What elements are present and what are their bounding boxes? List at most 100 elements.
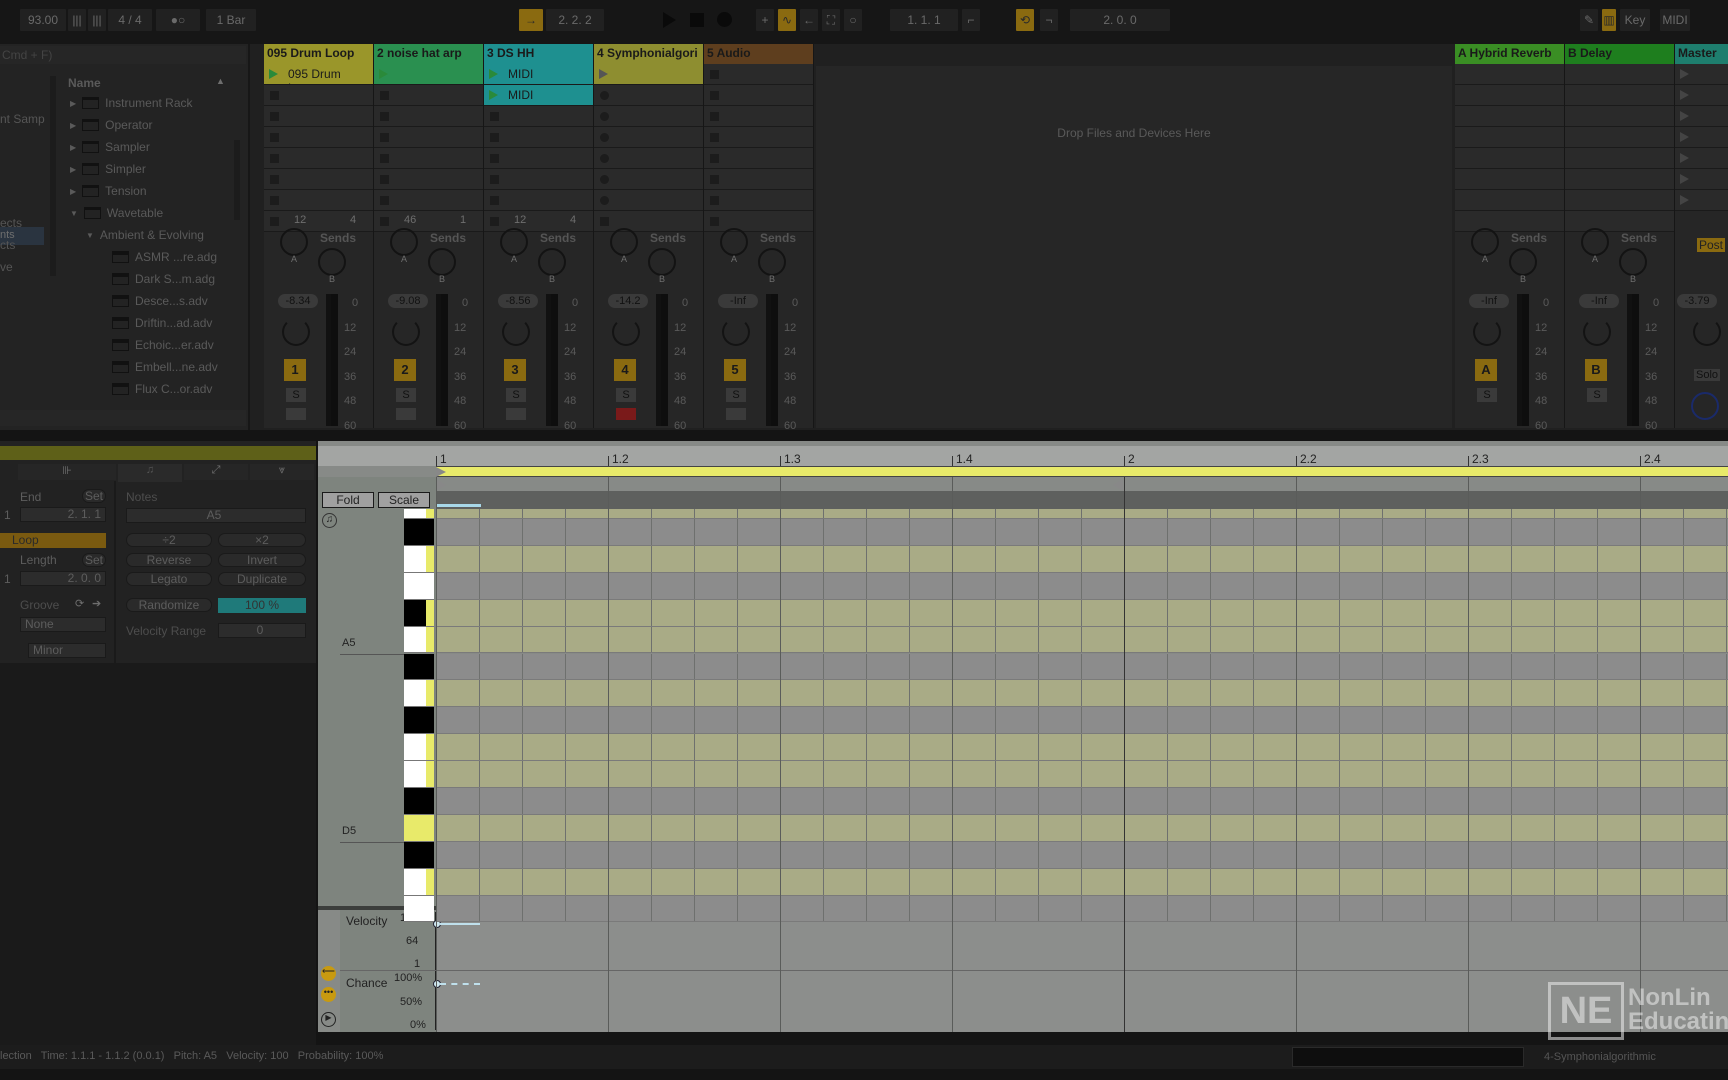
scene-slot[interactable]	[1675, 190, 1728, 211]
scale-button[interactable]: Scale	[378, 492, 430, 508]
beat-ruler[interactable]: 1 1.2 1.3 1.4 2 2.2 2.3 2.4	[318, 446, 1728, 466]
left-value-1[interactable]: 1	[4, 508, 11, 522]
arm-button[interactable]	[616, 408, 636, 420]
white-key[interactable]	[404, 895, 434, 923]
length-set-button[interactable]: Set	[82, 553, 106, 567]
clip-slot[interactable]	[704, 169, 813, 190]
scene-launch-icon[interactable]	[1680, 111, 1689, 121]
invert-button[interactable]: Invert	[218, 553, 306, 567]
clip-slot[interactable]	[264, 148, 373, 169]
record-icon[interactable]	[717, 12, 732, 27]
track-header[interactable]: 5 Audio	[704, 44, 813, 64]
white-key[interactable]	[404, 680, 434, 708]
clip-slot[interactable]	[704, 190, 813, 211]
browser-item[interactable]: Desce...s.adv	[112, 294, 208, 308]
record-slot-icon[interactable]	[600, 196, 609, 205]
loop-length-field[interactable]: 2. 0. 0	[1070, 9, 1170, 31]
send-a-knob[interactable]	[1471, 228, 1499, 256]
browser-item[interactable]: ▼ Wavetable	[70, 206, 163, 220]
midi-map-button[interactable]: MIDI	[1660, 9, 1690, 31]
white-key[interactable]	[404, 509, 434, 519]
track-activator-button[interactable]: 3	[504, 359, 526, 381]
master-solo-button[interactable]: Solo	[1694, 369, 1721, 381]
stop-clips-icon[interactable]	[710, 217, 719, 226]
browser-item[interactable]: ▶ Sampler	[70, 140, 150, 154]
stop-slot-icon[interactable]	[380, 196, 389, 205]
volume-field[interactable]: -14.2	[608, 294, 648, 308]
post-button[interactable]: Post	[1697, 238, 1726, 252]
browser-item[interactable]: Embell...ne.adv	[112, 360, 218, 374]
send-b-knob[interactable]	[1509, 248, 1537, 276]
clip-slot[interactable]	[594, 127, 703, 148]
record-slot-icon[interactable]	[600, 154, 609, 163]
loop-start-field[interactable]: 1. 1. 1	[890, 9, 958, 31]
disclosure-icon[interactable]: ▼	[86, 231, 94, 240]
play-lane-icon[interactable]: ▶	[321, 1012, 336, 1027]
scene-slot[interactable]	[1675, 85, 1728, 106]
track-activator-button[interactable]: B	[1585, 359, 1607, 381]
black-key[interactable]	[404, 653, 434, 681]
position-field[interactable]: 2. 2. 2	[546, 9, 604, 31]
volume-field[interactable]: -Inf	[1579, 294, 1619, 308]
clip-slot[interactable]	[484, 106, 593, 127]
stop-slot-icon[interactable]	[710, 91, 719, 100]
session-record-icon[interactable]: ○	[844, 9, 862, 31]
status-track-name[interactable]: 4-Symphonialgorithmic	[1544, 1051, 1656, 1063]
send-a-knob[interactable]	[610, 228, 638, 256]
browser-item[interactable]: ▶ Operator	[70, 118, 153, 132]
send-a-knob[interactable]	[390, 228, 418, 256]
clip-slot[interactable]	[704, 64, 813, 85]
clip-slot[interactable]	[374, 148, 483, 169]
disclosure-icon[interactable]: ▶	[70, 99, 76, 108]
send-b-knob[interactable]	[538, 248, 566, 276]
tab-notes[interactable]: ♫	[118, 464, 182, 482]
solo-button[interactable]: S	[396, 388, 416, 402]
solo-button[interactable]: S	[506, 388, 526, 402]
clip-slot[interactable]: 095 Drum Loop	[264, 64, 373, 95]
clip-slot[interactable]	[704, 127, 813, 148]
disclosure-icon[interactable]: ▶	[70, 121, 76, 130]
stop-slot-icon[interactable]	[490, 133, 499, 142]
pan-knob[interactable]	[1583, 318, 1611, 346]
preview-headphones-icon[interactable]: ♫	[322, 513, 337, 528]
multiply-by-two-button[interactable]: ×2	[218, 533, 306, 547]
send-a-knob[interactable]	[500, 228, 528, 256]
tempo-field[interactable]: 93.00	[20, 9, 66, 31]
clip-slot[interactable]	[594, 85, 703, 106]
automation-arm-icon[interactable]: ∿	[778, 9, 796, 31]
column-header-name[interactable]: Name	[68, 76, 101, 90]
disclosure-icon[interactable]: ▶	[70, 165, 76, 174]
clip-slot[interactable]	[594, 169, 703, 190]
scene-slot[interactable]	[1675, 148, 1728, 169]
clip-slot[interactable]	[484, 169, 593, 190]
velocity-range-field[interactable]: 0	[218, 623, 306, 638]
loop-start-marker-icon[interactable]	[436, 479, 446, 491]
browser-category[interactable]: nt Samp	[0, 112, 45, 126]
browser-category[interactable]: ve	[0, 260, 13, 274]
arm-button[interactable]	[396, 408, 416, 420]
key-map-button[interactable]: Key	[1620, 9, 1650, 31]
length-field[interactable]: 2. 0. 0	[20, 571, 106, 586]
scale-dropdown[interactable]: Minor	[28, 643, 106, 658]
track-header[interactable]: 3 DS HH	[484, 44, 593, 64]
sort-icon[interactable]: ▲	[216, 76, 225, 86]
volume-field[interactable]: -8.34	[278, 294, 318, 308]
note-row[interactable]	[436, 519, 1728, 546]
browser-item[interactable]: Flux C...or.adv	[112, 382, 212, 396]
disclosure-icon[interactable]: ▼	[70, 209, 78, 218]
clip-slot[interactable]	[264, 169, 373, 190]
clip-slot[interactable]	[374, 169, 483, 190]
send-b-knob[interactable]	[428, 248, 456, 276]
note-row[interactable]	[436, 707, 1728, 735]
note-row[interactable]	[436, 653, 1728, 681]
end-marker-icon[interactable]	[1113, 479, 1123, 491]
clip-slot[interactable]: MIDI	[484, 85, 593, 106]
clip-slot[interactable]	[374, 106, 483, 127]
notes-field[interactable]: A5	[126, 508, 306, 523]
loop-button[interactable]: Loop	[0, 533, 106, 548]
arm-button[interactable]	[726, 408, 746, 420]
divide-by-two-button[interactable]: ÷2	[126, 533, 212, 547]
stop-slot-icon[interactable]	[380, 133, 389, 142]
browser-item[interactable]: ▶ Tension	[70, 184, 147, 198]
volume-field[interactable]: -8.56	[498, 294, 538, 308]
